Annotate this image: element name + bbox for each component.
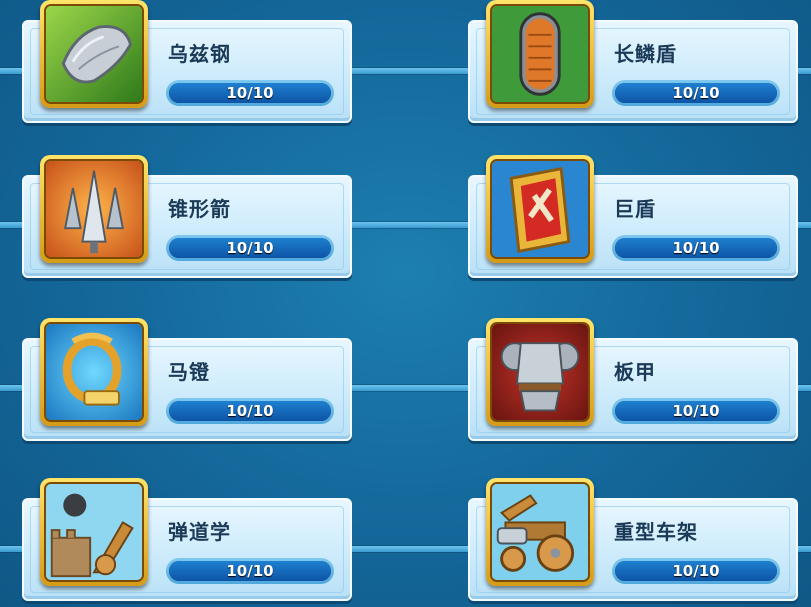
progress-text: 10/10 [672,239,720,257]
plate-armor-icon [490,322,590,422]
tech-icon-frame [486,155,594,263]
tech-icon-frame [40,0,148,108]
tech-card[interactable]: 乌兹钢 10/10 [22,0,352,123]
stirrup-icon [44,322,144,422]
scale-shield-icon [490,4,590,104]
bodkin-arrow-icon [44,159,144,259]
tech-icon-frame [40,318,148,426]
tech-card[interactable]: 重型车架 10/10 [468,478,798,601]
progress-text: 10/10 [226,402,274,420]
tech-icon-frame [40,478,148,586]
progress-text: 10/10 [672,402,720,420]
tech-name: 乌兹钢 [168,42,231,66]
tech-icon-frame [486,478,594,586]
tech-card[interactable]: 弹道学 10/10 [22,478,352,601]
tech-name: 锥形箭 [168,197,231,221]
wootz-steel-icon [44,4,144,104]
tech-card[interactable]: 板甲 10/10 [468,318,798,441]
progress-text: 10/10 [226,562,274,580]
tech-icon-frame [40,155,148,263]
tech-name: 长鳞盾 [614,42,677,66]
progress-bar: 10/10 [612,235,780,261]
ballistics-icon [44,482,144,582]
progress-track: 10/10 [169,561,331,581]
tech-name: 马镫 [168,360,210,384]
progress-text: 10/10 [226,84,274,102]
tech-icon-frame [486,0,594,108]
progress-track: 10/10 [615,83,777,103]
progress-bar: 10/10 [612,398,780,424]
progress-track: 10/10 [169,83,331,103]
progress-bar: 10/10 [166,80,334,106]
progress-bar: 10/10 [166,398,334,424]
tech-card[interactable]: 马镫 10/10 [22,318,352,441]
progress-bar: 10/10 [612,558,780,584]
tech-name: 弹道学 [168,520,231,544]
progress-track: 10/10 [615,561,777,581]
tech-card[interactable]: 锥形箭 10/10 [22,155,352,278]
tech-card[interactable]: 长鳞盾 10/10 [468,0,798,123]
tech-name: 板甲 [614,360,656,384]
progress-bar: 10/10 [166,558,334,584]
progress-text: 10/10 [672,84,720,102]
progress-track: 10/10 [169,401,331,421]
tech-name: 重型车架 [614,520,698,544]
tech-icon-frame [486,318,594,426]
progress-track: 10/10 [169,238,331,258]
progress-track: 10/10 [615,238,777,258]
tech-name: 巨盾 [614,197,656,221]
pavise-icon [490,159,590,259]
progress-track: 10/10 [615,401,777,421]
progress-text: 10/10 [672,562,720,580]
tech-card[interactable]: 巨盾 10/10 [468,155,798,278]
progress-text: 10/10 [226,239,274,257]
progress-bar: 10/10 [166,235,334,261]
heavy-chassis-icon [490,482,590,582]
progress-bar: 10/10 [612,80,780,106]
